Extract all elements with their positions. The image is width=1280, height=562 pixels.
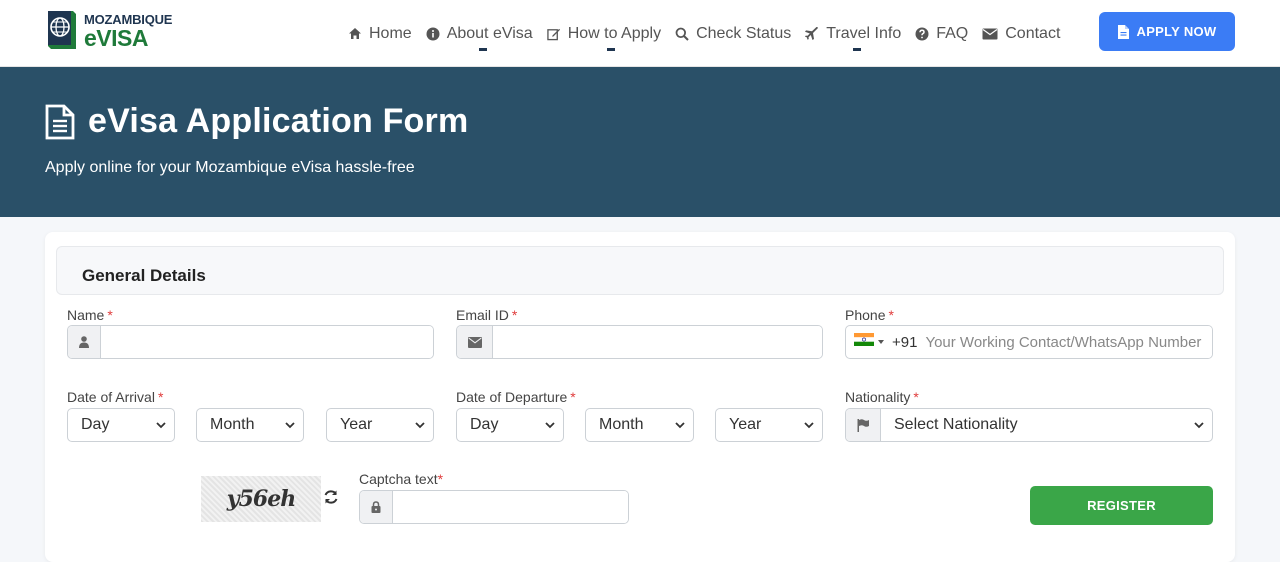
top-navbar: MOZAMBIQUE eVISA Home About eVisa How to… (0, 0, 1280, 67)
phone-label: Phone * (845, 307, 894, 323)
select-value: Month (599, 416, 644, 433)
info-icon (426, 27, 440, 41)
country-flag-selector[interactable] (846, 326, 884, 358)
chevron-down-icon (675, 421, 685, 429)
lock-icon (360, 491, 393, 523)
nationality-value: Select Nationality (894, 416, 1018, 433)
email-label: Email ID * (456, 307, 518, 323)
logo-bottom-text: eVISA (84, 24, 148, 51)
nav-item-travel-info[interactable]: Travel Info (805, 0, 901, 67)
arrival-label: Date of Arrival * (67, 389, 164, 405)
nav-about-label: About eVisa (446, 24, 533, 42)
india-flag-icon (854, 333, 874, 351)
departure-year-select[interactable]: Year (715, 408, 823, 442)
phone-country-code: +91 (892, 333, 918, 351)
nav-menu: Home About eVisa How to Apply Check Stat… (348, 0, 1074, 67)
select-value: Year (729, 416, 762, 433)
nav-item-about[interactable]: About eVisa (426, 0, 533, 67)
chevron-down-icon (545, 421, 555, 429)
site-logo[interactable]: MOZAMBIQUE eVISA (45, 9, 172, 53)
captcha-input[interactable] (393, 491, 628, 523)
register-button[interactable]: REGISTER (1030, 486, 1213, 525)
captcha-field (359, 490, 629, 524)
arrival-day-select[interactable]: Day (67, 408, 175, 442)
apply-now-label: APPLY NOW (1136, 24, 1217, 39)
phone-field: +91 (845, 325, 1213, 359)
nav-home-label: Home (369, 24, 412, 42)
captcha-label: Captcha text* (359, 471, 444, 487)
page-title: eVisa Application Form (88, 102, 469, 140)
chevron-down-icon (156, 421, 166, 429)
nav-faq-label: FAQ (936, 24, 969, 42)
envelope-icon (457, 326, 493, 358)
nav-check-status-label: Check Status (696, 24, 792, 42)
nationality-label: Nationality * (845, 389, 919, 405)
nav-item-home[interactable]: Home (348, 0, 412, 67)
chevron-down-icon (1194, 416, 1204, 434)
dropdown-indicator (853, 48, 862, 51)
edit-icon (546, 27, 561, 41)
email-field (456, 325, 823, 359)
home-icon (348, 27, 362, 41)
logo-top-text: MOZAMBIQUE (84, 11, 173, 27)
user-icon (68, 326, 101, 358)
envelope-icon (982, 27, 998, 41)
nav-contact-label: Contact (1005, 24, 1061, 42)
chevron-down-icon (285, 421, 295, 429)
select-value: Year (340, 416, 373, 433)
nav-item-contact[interactable]: Contact (982, 0, 1060, 67)
nav-item-faq[interactable]: FAQ (915, 0, 968, 67)
departure-month-select[interactable]: Month (585, 408, 694, 442)
apply-now-button[interactable]: APPLY NOW (1099, 12, 1235, 51)
captcha-image: y56eh (201, 476, 321, 522)
chevron-down-icon (804, 421, 814, 429)
nationality-select[interactable]: Select Nationality (845, 408, 1213, 442)
section-header: General Details (56, 246, 1224, 295)
plane-icon (805, 26, 819, 41)
hero-banner: eVisa Application Form Apply online for … (0, 67, 1280, 217)
email-input[interactable] (493, 326, 822, 358)
chevron-down-icon (415, 421, 425, 429)
dropdown-indicator (478, 48, 487, 51)
form-document-icon (45, 104, 75, 145)
name-field (67, 325, 434, 359)
departure-day-select[interactable]: Day (456, 408, 564, 442)
phone-input[interactable] (917, 326, 1212, 358)
question-icon (915, 27, 929, 41)
nav-travel-info-label: Travel Info (826, 24, 902, 42)
arrival-year-select[interactable]: Year (326, 408, 434, 442)
refresh-captcha-icon[interactable] (323, 489, 339, 505)
dropdown-indicator (606, 48, 615, 51)
document-icon (1117, 24, 1129, 39)
select-value: Month (210, 416, 255, 433)
nav-item-check-status[interactable]: Check Status (675, 0, 791, 67)
arrival-month-select[interactable]: Month (196, 408, 304, 442)
nav-item-how-to-apply[interactable]: How to Apply (546, 0, 662, 67)
flag-icon (846, 409, 881, 441)
select-value: Day (470, 416, 499, 433)
departure-label: Date of Departure * (456, 389, 576, 405)
application-form-card: General Details Name * Email ID * Phone * +… (45, 232, 1235, 562)
page-subtitle: Apply online for your Mozambique eVisa h… (45, 159, 415, 176)
search-icon (675, 27, 689, 41)
select-value: Day (81, 416, 110, 433)
section-title: General Details (82, 266, 206, 285)
name-input[interactable] (101, 326, 433, 358)
nav-how-to-apply-label: How to Apply (567, 24, 662, 42)
caret-down-icon (878, 340, 884, 344)
name-label: Name * (67, 307, 113, 323)
globe-logo-icon (45, 9, 79, 53)
